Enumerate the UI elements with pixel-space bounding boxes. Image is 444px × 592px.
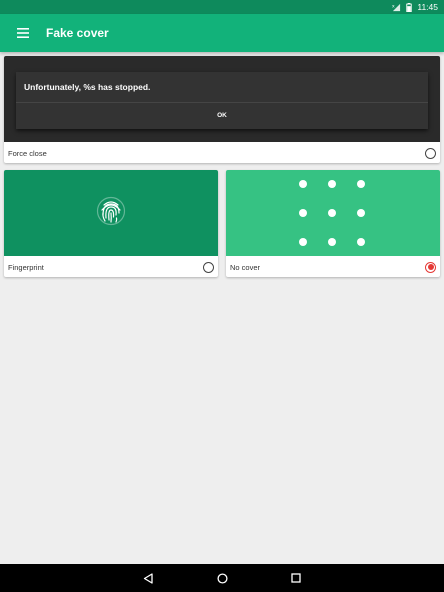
hamburger-menu-icon[interactable] <box>14 26 32 40</box>
card-footer: Fingerprint <box>4 257 218 277</box>
pattern-dots-icon <box>226 170 440 256</box>
card-footer: Force close <box>4 143 440 163</box>
status-time: 11:45 <box>417 2 438 12</box>
pattern-dot <box>299 238 307 246</box>
force-close-card[interactable]: Unfortunately, %s has stopped. OK Force … <box>4 56 440 163</box>
recents-icon[interactable] <box>289 571 303 585</box>
data-signal-icon: x <box>392 3 401 12</box>
no-cover-card[interactable]: No cover <box>226 170 440 277</box>
pattern-dot <box>357 238 365 246</box>
status-bar: x 11:45 <box>0 0 444 14</box>
fingerprint-radio[interactable] <box>203 261 214 273</box>
back-icon[interactable] <box>141 571 155 585</box>
card-footer: No cover <box>226 257 440 277</box>
home-icon[interactable] <box>215 571 229 585</box>
pattern-dot <box>357 209 365 217</box>
battery-icon <box>406 2 413 12</box>
crash-dialog-message: Unfortunately, %s has stopped. <box>24 82 151 92</box>
pattern-dot <box>299 209 307 217</box>
force-close-preview: Unfortunately, %s has stopped. OK <box>4 56 440 142</box>
pattern-dot <box>328 238 336 246</box>
crash-dialog: Unfortunately, %s has stopped. OK <box>16 72 428 129</box>
fingerprint-label: Fingerprint <box>8 262 44 272</box>
no-cover-label: No cover <box>230 262 261 272</box>
force-close-radio[interactable] <box>425 147 436 159</box>
pattern-dot <box>328 209 336 217</box>
no-cover-radio[interactable] <box>425 261 436 273</box>
app-toolbar: Fake cover <box>0 14 444 52</box>
fingerprint-card[interactable]: Fingerprint <box>4 170 218 277</box>
force-close-label: Force close <box>8 148 47 158</box>
pattern-dot <box>357 180 365 188</box>
page-title: Fake cover <box>46 26 109 40</box>
navigation-bar <box>0 564 444 592</box>
fingerprint-icon <box>96 196 126 231</box>
pattern-dot <box>299 180 307 188</box>
crash-dialog-ok-button[interactable]: OK <box>16 103 428 127</box>
pattern-dot <box>328 180 336 188</box>
fingerprint-preview <box>4 170 218 256</box>
svg-text:x: x <box>392 4 395 9</box>
